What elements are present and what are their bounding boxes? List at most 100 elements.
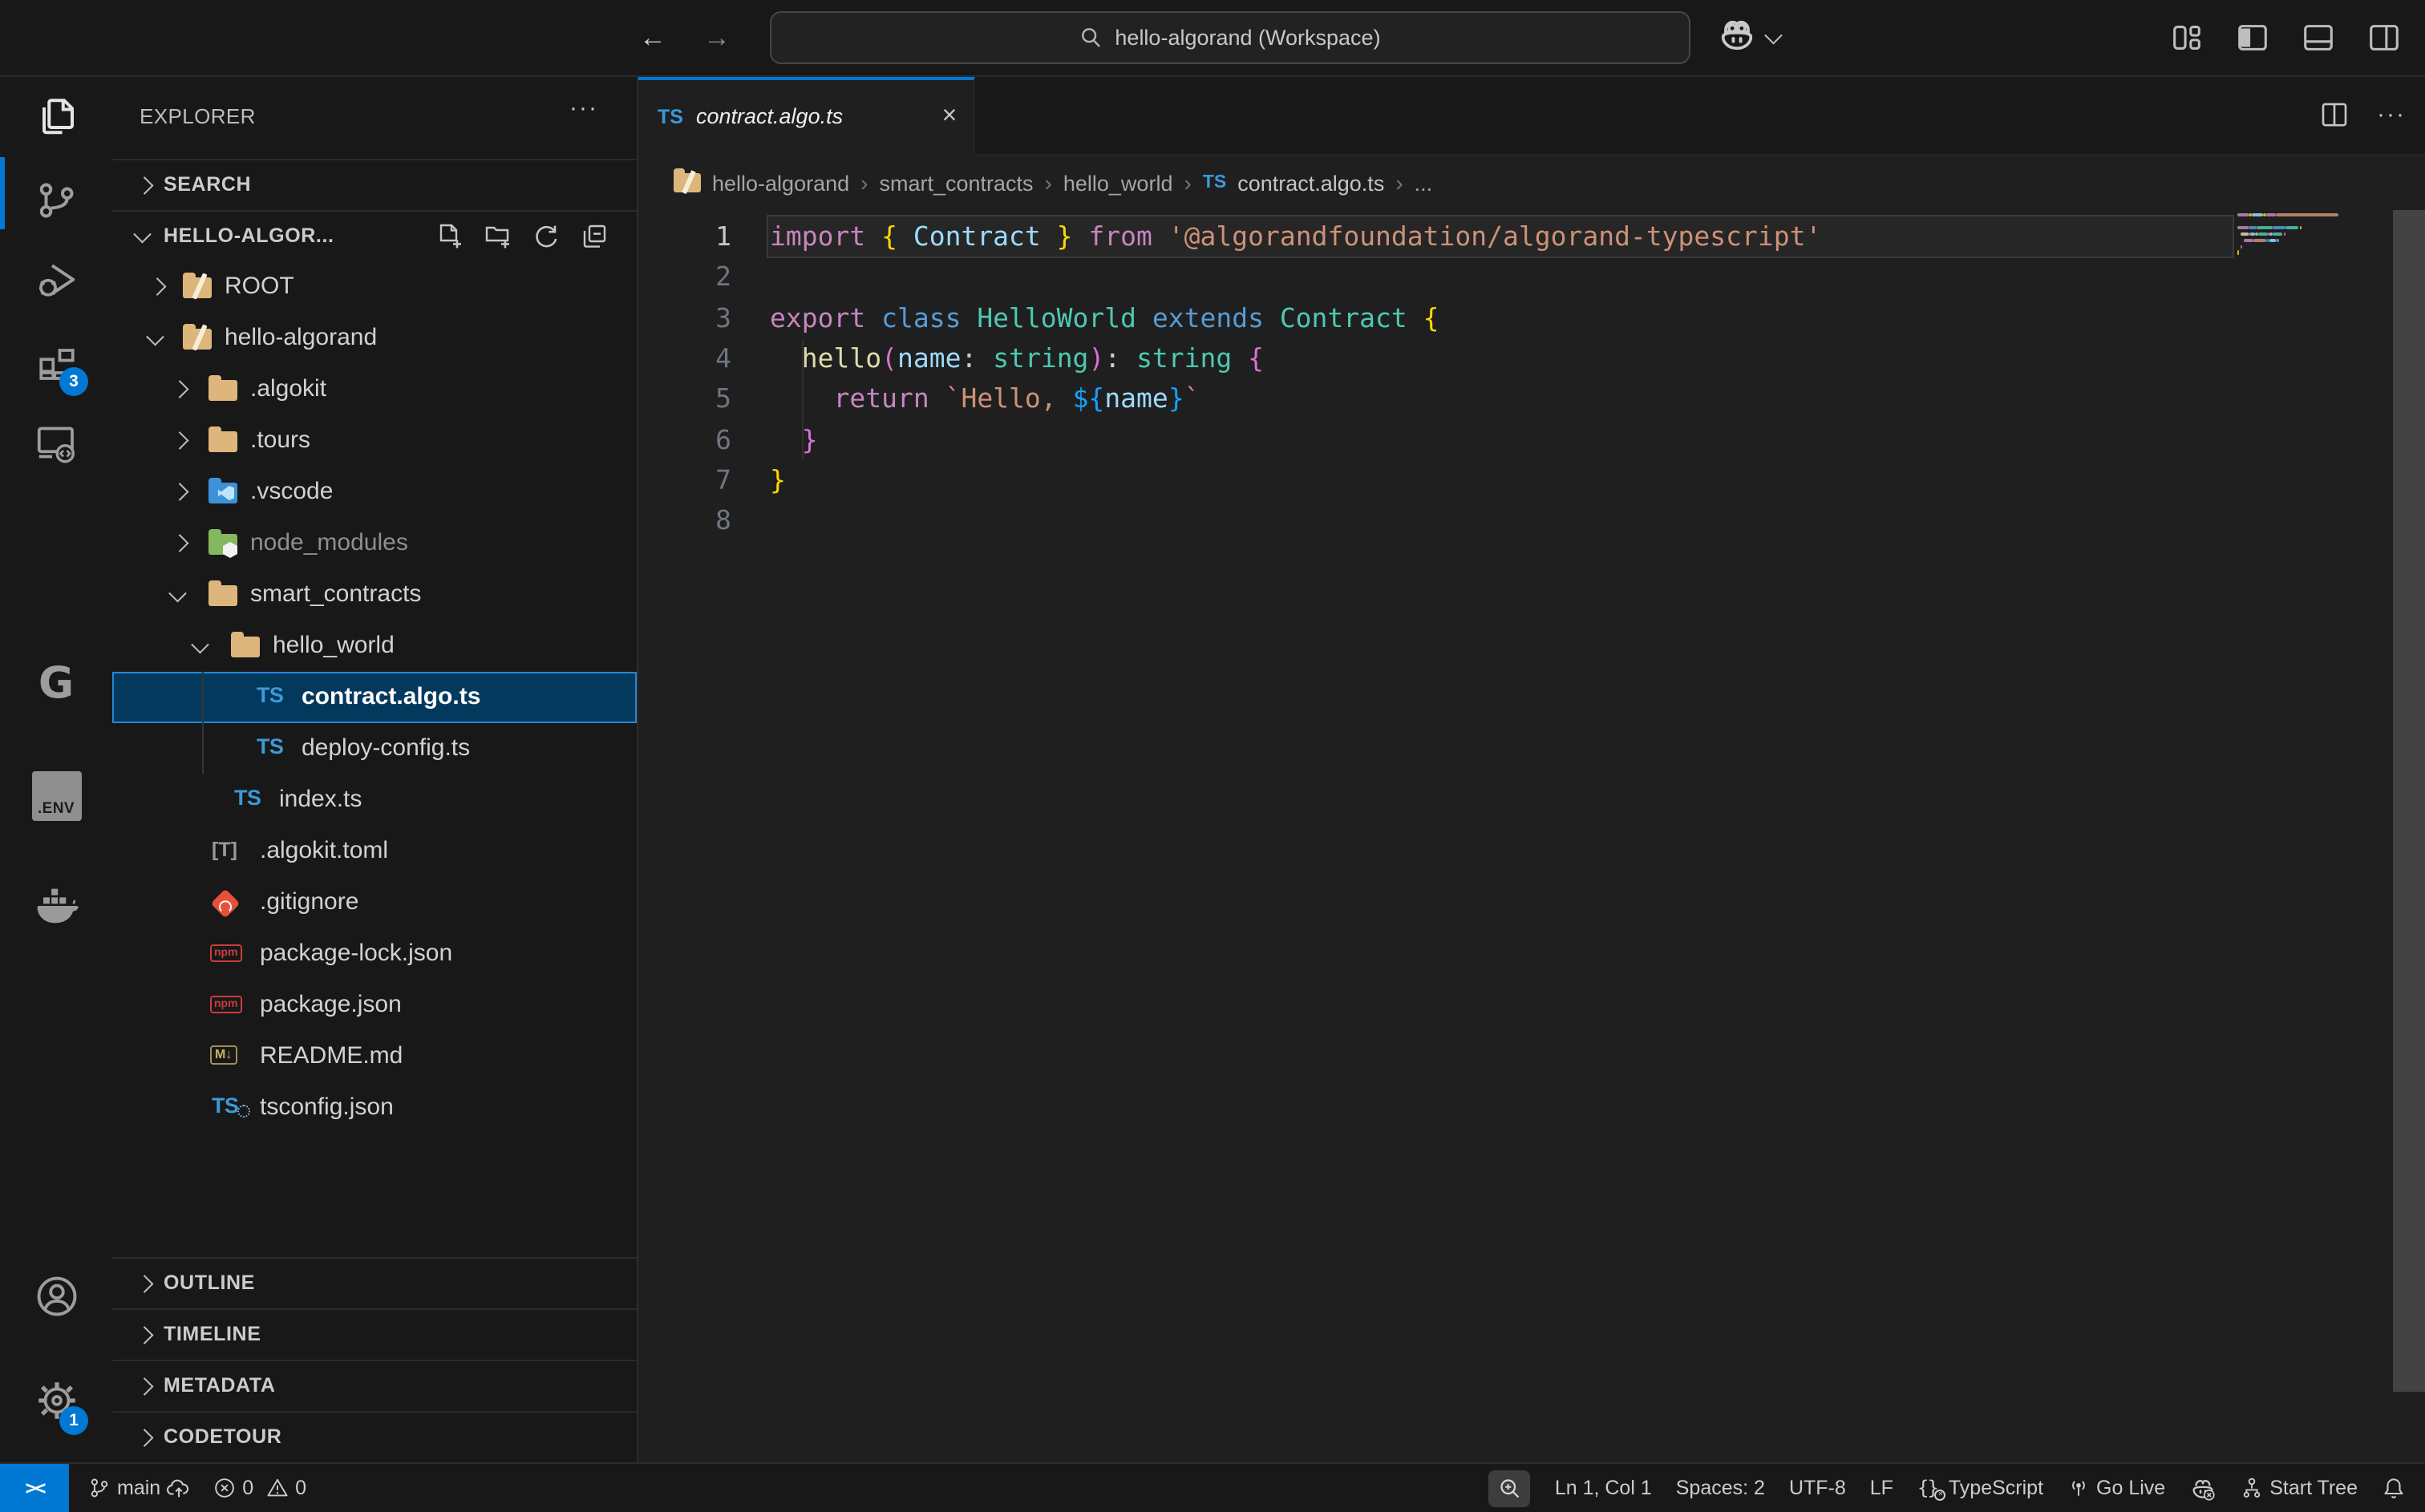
line-number[interactable]: 1 (638, 216, 731, 257)
tree-hierarchy-icon (2241, 1477, 2263, 1499)
tree-item-hello-world-folder[interactable]: hello_world (112, 621, 637, 672)
tree-item-gitignore[interactable]: .gitignore (112, 877, 637, 928)
docker-view-button[interactable] (18, 864, 95, 941)
breadcrumb-item[interactable]: contract.algo.ts (1237, 171, 1384, 195)
collapse-all-icon[interactable] (581, 223, 608, 250)
copilot-status-icon[interactable] (2189, 1474, 2217, 1502)
copilot-menu-button[interactable] (1716, 14, 1779, 56)
tree-item-contract-algo-ts[interactable]: TS contract.algo.ts (112, 672, 637, 723)
remote-explorer-view-button[interactable] (18, 404, 95, 481)
activity-bar: 3 G .ENV 1 (0, 77, 112, 1462)
explorer-view-button[interactable] (18, 77, 95, 154)
encoding-indicator[interactable]: UTF-8 (1789, 1477, 1846, 1499)
git-branch-icon (88, 1477, 111, 1499)
run-debug-view-button[interactable] (18, 242, 95, 319)
indentation-indicator[interactable]: Spaces: 2 (1676, 1477, 1765, 1499)
root-folder-open-icon (183, 329, 212, 350)
chevron-right-icon (171, 535, 188, 552)
files-icon (32, 91, 80, 139)
tree-item-deploy-config-ts[interactable]: TS deploy-config.ts (112, 723, 637, 774)
line-number[interactable]: 8 (638, 500, 731, 541)
tree-item-package-lock-json[interactable]: npm package-lock.json (112, 928, 637, 980)
sidebar-more-actions-icon[interactable]: ··· (569, 95, 598, 122)
breadcrumb-item[interactable]: ... (1415, 171, 1433, 195)
branch-indicator[interactable]: main (88, 1476, 191, 1500)
tree-item-tours-folder[interactable]: .tours (112, 415, 637, 467)
root-folder-icon (674, 173, 701, 192)
command-center-search[interactable]: hello-algorand (Workspace) (770, 11, 1690, 64)
line-number[interactable]: 4 (638, 338, 731, 379)
code-line[interactable]: import { Contract } from '@algorandfound… (770, 216, 1821, 257)
line-number[interactable]: 5 (638, 378, 731, 419)
dotenv-view-button[interactable]: .ENV (18, 757, 95, 834)
remote-indicator[interactable]: >< (0, 1464, 69, 1512)
breadcrumb-item[interactable]: hello-algorand (712, 171, 849, 195)
tree-item-tsconfig-json[interactable]: TS tsconfig.json (112, 1082, 637, 1134)
navigate-forward-icon[interactable]: → (696, 18, 738, 59)
tree-item-vscode-folder[interactable]: .vscode (112, 467, 637, 518)
g-extension-view-button[interactable]: G (18, 645, 95, 722)
new-folder-icon[interactable] (484, 223, 512, 250)
tree-item-smart-contracts-folder[interactable]: smart_contracts (112, 569, 637, 621)
editor-more-actions-icon[interactable]: ··· (2377, 98, 2406, 131)
start-tree-button[interactable]: Start Tree (2241, 1477, 2358, 1499)
go-live-button[interactable]: Go Live (2067, 1477, 2165, 1499)
line-number[interactable]: 7 (638, 460, 731, 501)
tab-close-icon[interactable]: × (933, 101, 966, 133)
section-search[interactable]: SEARCH (112, 159, 637, 210)
problems-indicator[interactable]: 0 0 (213, 1477, 306, 1499)
tab-contract-algo-ts[interactable]: TS contract.algo.ts × (638, 77, 975, 157)
tab-label: contract.algo.ts (696, 104, 843, 128)
source-control-view-button[interactable] (18, 162, 95, 239)
chevron-right-icon (136, 1275, 152, 1292)
breadcrumb-item[interactable]: hello_world (1063, 171, 1173, 195)
dotenv-icon: .ENV (31, 770, 81, 820)
chevron-down-icon (147, 328, 164, 345)
code-line[interactable]: } (770, 460, 786, 501)
line-number[interactable]: 3 (638, 297, 731, 338)
publish-changes-icon (167, 1476, 191, 1500)
folder-icon (208, 431, 237, 452)
eol-indicator[interactable]: LF (1870, 1477, 1893, 1499)
zoom-indicator[interactable] (1489, 1470, 1531, 1506)
tree-item-hello-algorand[interactable]: hello-algorand (112, 313, 637, 364)
tree-item-node-modules-folder[interactable]: node_modules (112, 518, 637, 569)
toggle-panel-icon[interactable] (2300, 19, 2337, 56)
tree-item-index-ts[interactable]: TS index.ts (112, 774, 637, 826)
typescript-file-icon: TS (1203, 173, 1226, 192)
settings-button[interactable]: 1 (18, 1361, 95, 1438)
code-editor[interactable]: 1 2 3 4 5 6 7 8 import { Contract } from… (638, 210, 2425, 1462)
tree-item-package-json[interactable]: npm package.json (112, 980, 637, 1031)
code-line[interactable]: return `Hello, ${name}` (770, 378, 1200, 419)
cursor-position-indicator[interactable]: Ln 1, Col 1 (1555, 1477, 1652, 1499)
customize-layout-icon[interactable] (2168, 19, 2205, 56)
vertical-scrollbar[interactable] (2393, 210, 2425, 1392)
line-number[interactable]: 6 (638, 419, 731, 460)
split-editor-icon[interactable] (2318, 98, 2351, 131)
extensions-badge: 3 (59, 367, 88, 396)
code-line[interactable]: hello(name: string): string { (770, 338, 1264, 379)
tree-item-algokit-folder[interactable]: .algokit (112, 364, 637, 415)
warning-icon (266, 1477, 289, 1499)
section-outline[interactable]: OUTLINE (112, 1257, 637, 1308)
tree-item-algokit-toml[interactable]: [T] .algokit.toml (112, 826, 637, 877)
section-timeline[interactable]: TIMELINE (112, 1308, 637, 1360)
tree-item-ROOT[interactable]: ROOT (112, 261, 637, 313)
toggle-primary-sidebar-icon[interactable] (2234, 19, 2271, 56)
breadcrumb-item[interactable]: smart_contracts (879, 171, 1033, 195)
tree-item-readme-md[interactable]: M↓ README.md (112, 1031, 637, 1082)
line-number[interactable]: 2 (638, 257, 731, 298)
toggle-secondary-sidebar-icon[interactable] (2366, 19, 2403, 56)
notifications-bell-icon[interactable] (2382, 1476, 2406, 1500)
accounts-button[interactable] (18, 1257, 95, 1334)
navigate-back-icon[interactable]: ← (632, 18, 674, 59)
tree-indent-guide (202, 672, 204, 774)
extensions-view-button[interactable]: 3 (18, 324, 95, 401)
section-metadata[interactable]: METADATA (112, 1360, 637, 1411)
code-line[interactable]: export class HelloWorld extends Contract… (770, 297, 1439, 338)
code-line[interactable]: } (770, 419, 818, 460)
refresh-icon[interactable] (532, 223, 560, 250)
section-codetour[interactable]: CODETOUR (112, 1411, 637, 1462)
new-file-icon[interactable] (436, 223, 464, 250)
language-indicator[interactable]: {×} TypeScript (1917, 1477, 2043, 1499)
